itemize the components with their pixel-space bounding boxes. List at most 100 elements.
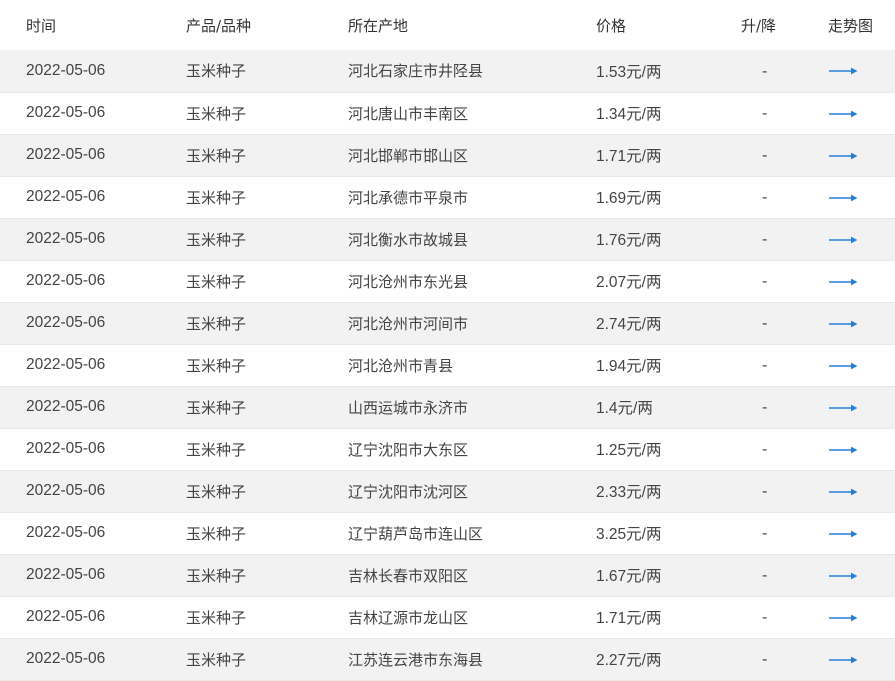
cell-trend	[828, 386, 895, 429]
cell-time: 2022-05-06	[0, 512, 186, 555]
cell-product: 玉米种子	[186, 596, 348, 639]
table-row: 2022-05-06 玉米种子 河北沧州市河间市 2.74元/两 -	[0, 302, 895, 345]
header-trend: 走势图	[828, 16, 874, 35]
cell-time: 2022-05-06	[0, 470, 186, 513]
cell-price: 1.71元/两	[596, 134, 739, 177]
table-row: 2022-05-06 玉米种子 河北衡水市故城县 1.76元/两 -	[0, 218, 895, 261]
arrow-right-icon[interactable]	[828, 404, 858, 412]
cell-change: -	[739, 344, 828, 387]
cell-change: -	[739, 218, 828, 261]
cell-time: 2022-05-06	[0, 218, 186, 261]
cell-change: -	[739, 260, 828, 303]
table-row: 2022-05-06 玉米种子 吉林辽源市龙山区 1.71元/两 -	[0, 596, 895, 639]
arrow-right-icon[interactable]	[828, 110, 858, 118]
table-row: 2022-05-06 玉米种子 辽宁沈阳市沈河区 2.33元/两 -	[0, 470, 895, 513]
cell-origin: 辽宁沈阳市沈河区	[348, 470, 596, 513]
cell-trend	[828, 554, 895, 597]
cell-trend	[828, 428, 895, 471]
cell-time: 2022-05-06	[0, 596, 186, 639]
cell-product: 玉米种子	[186, 512, 348, 555]
cell-price: 2.33元/两	[596, 470, 739, 513]
header-product: 产品/品种	[186, 16, 252, 35]
cell-product: 玉米种子	[186, 218, 348, 261]
cell-product: 玉米种子	[186, 92, 348, 135]
arrow-right-icon[interactable]	[828, 236, 858, 244]
cell-trend	[828, 344, 895, 387]
cell-change: -	[739, 638, 828, 681]
arrow-right-icon[interactable]	[828, 278, 858, 286]
cell-price: 2.27元/两	[596, 638, 739, 681]
cell-origin: 吉林辽源市龙山区	[348, 596, 596, 639]
cell-product: 玉米种子	[186, 176, 348, 219]
cell-product: 玉米种子	[186, 386, 348, 429]
header-origin: 所在产地	[348, 16, 409, 35]
cell-change: -	[739, 92, 828, 135]
arrow-right-icon[interactable]	[828, 572, 858, 580]
arrow-right-icon[interactable]	[828, 614, 858, 622]
cell-origin: 河北承德市平泉市	[348, 176, 596, 219]
cell-change: -	[739, 596, 828, 639]
arrow-right-icon[interactable]	[828, 656, 858, 664]
cell-product: 玉米种子	[186, 638, 348, 681]
cell-origin: 江苏连云港市东海县	[348, 638, 596, 681]
cell-price: 1.71元/两	[596, 596, 739, 639]
cell-price: 2.74元/两	[596, 302, 739, 345]
cell-change: -	[739, 512, 828, 555]
cell-origin: 吉林长春市双阳区	[348, 554, 596, 597]
arrow-right-icon[interactable]	[828, 152, 858, 160]
cell-origin: 河北石家庄市井陉县	[348, 50, 596, 93]
cell-product: 玉米种子	[186, 344, 348, 387]
cell-time: 2022-05-06	[0, 92, 186, 135]
arrow-right-icon[interactable]	[828, 488, 858, 496]
cell-change: -	[739, 302, 828, 345]
table-row: 2022-05-06 玉米种子 河北唐山市丰南区 1.34元/两 -	[0, 92, 895, 135]
cell-trend	[828, 302, 895, 345]
arrow-right-icon[interactable]	[828, 320, 858, 328]
header-price: 价格	[596, 16, 627, 35]
cell-change: -	[739, 470, 828, 513]
cell-price: 1.76元/两	[596, 218, 739, 261]
cell-change: -	[739, 428, 828, 471]
cell-origin: 河北邯郸市邯山区	[348, 134, 596, 177]
cell-time: 2022-05-06	[0, 638, 186, 681]
cell-time: 2022-05-06	[0, 50, 186, 93]
table-row: 2022-05-06 玉米种子 河北承德市平泉市 1.69元/两 -	[0, 176, 895, 219]
cell-trend	[828, 50, 895, 93]
table-row: 2022-05-06 玉米种子 辽宁沈阳市大东区 1.25元/两 -	[0, 428, 895, 471]
table-row: 2022-05-06 玉米种子 山西运城市永济市 1.4元/两 -	[0, 386, 895, 429]
price-table: 时间 产品/品种 所在产地 价格 升/降 走势图 2022-05-06 玉米种子…	[0, 0, 895, 681]
cell-price: 1.34元/两	[596, 92, 739, 135]
header-time: 时间	[26, 16, 57, 35]
cell-origin: 辽宁沈阳市大东区	[348, 428, 596, 471]
table-row: 2022-05-06 玉米种子 江苏连云港市东海县 2.27元/两 -	[0, 638, 895, 681]
cell-product: 玉米种子	[186, 302, 348, 345]
header-change: 升/降	[741, 16, 777, 35]
cell-origin: 山西运城市永济市	[348, 386, 596, 429]
cell-time: 2022-05-06	[0, 428, 186, 471]
arrow-right-icon[interactable]	[828, 194, 858, 202]
cell-change: -	[739, 386, 828, 429]
cell-origin: 河北沧州市东光县	[348, 260, 596, 303]
arrow-right-icon[interactable]	[828, 446, 858, 454]
table-row: 2022-05-06 玉米种子 河北邯郸市邯山区 1.71元/两 -	[0, 134, 895, 177]
table-row: 2022-05-06 玉米种子 辽宁葫芦岛市连山区 3.25元/两 -	[0, 512, 895, 555]
table-row: 2022-05-06 玉米种子 河北沧州市青县 1.94元/两 -	[0, 344, 895, 387]
table-header: 时间 产品/品种 所在产地 价格 升/降 走势图	[0, 0, 895, 50]
cell-product: 玉米种子	[186, 260, 348, 303]
cell-trend	[828, 92, 895, 135]
cell-trend	[828, 512, 895, 555]
table-row: 2022-05-06 玉米种子 河北石家庄市井陉县 1.53元/两 -	[0, 50, 895, 93]
arrow-right-icon[interactable]	[828, 67, 858, 75]
cell-trend	[828, 596, 895, 639]
cell-time: 2022-05-06	[0, 344, 186, 387]
cell-origin: 河北沧州市青县	[348, 344, 596, 387]
cell-product: 玉米种子	[186, 428, 348, 471]
arrow-right-icon[interactable]	[828, 530, 858, 538]
cell-price: 2.07元/两	[596, 260, 739, 303]
cell-time: 2022-05-06	[0, 386, 186, 429]
cell-time: 2022-05-06	[0, 176, 186, 219]
arrow-right-icon[interactable]	[828, 362, 858, 370]
cell-trend	[828, 176, 895, 219]
cell-price: 1.25元/两	[596, 428, 739, 471]
table-body: 2022-05-06 玉米种子 河北石家庄市井陉县 1.53元/两 - 2022…	[0, 50, 895, 681]
